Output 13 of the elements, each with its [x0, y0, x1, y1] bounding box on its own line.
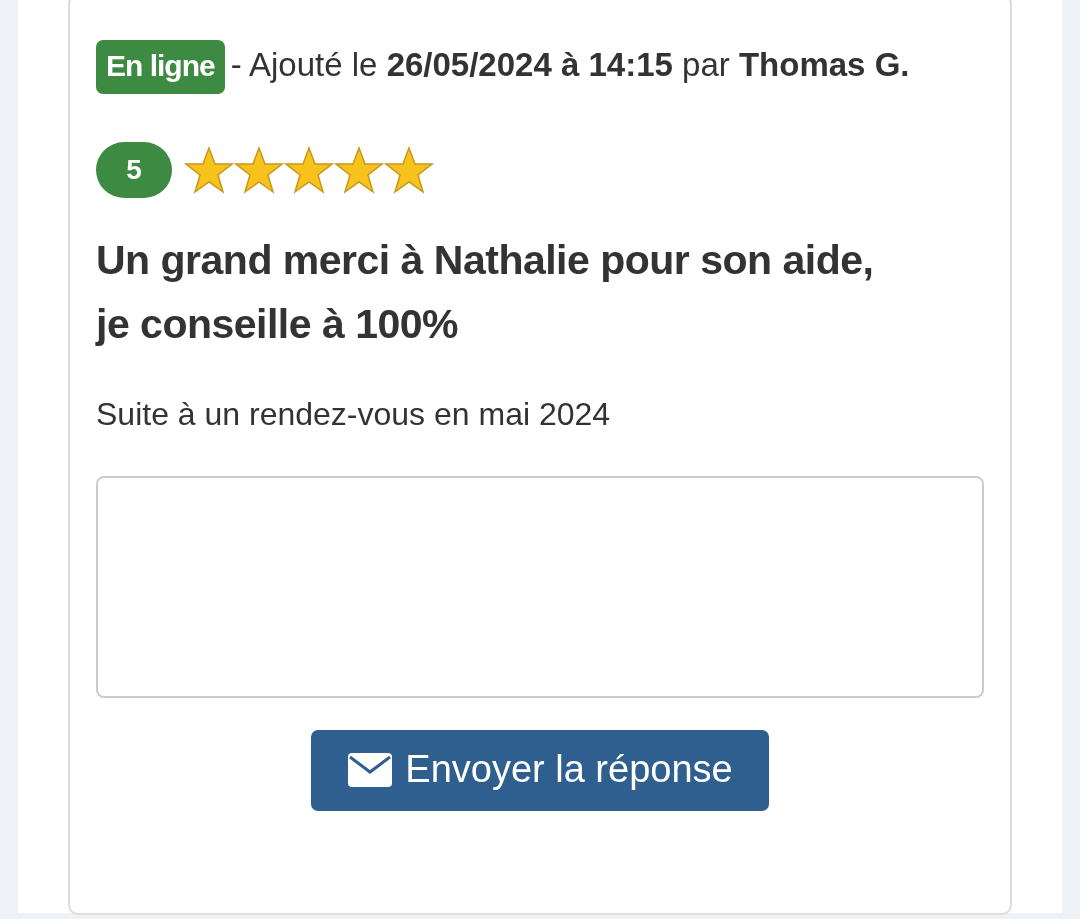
- review-context: Suite à un rendez-vous en mai 2024: [96, 395, 612, 434]
- star-icon: [384, 146, 434, 194]
- review-meta: - Ajouté le 26/05/2024 à 14:15 par Thomas G.: [230, 45, 910, 83]
- review-title: Un grand merci à Nathalie pour son aide, je conseille à 100%: [96, 236, 875, 349]
- envelope-icon: [347, 751, 394, 788]
- star-icon: [334, 146, 384, 194]
- rating-score: 5: [96, 142, 172, 198]
- star-icon: [284, 146, 334, 194]
- star-icon: [184, 146, 234, 194]
- send-button[interactable]: Envoyer la réponse: [311, 730, 769, 811]
- reply-field[interactable]: [96, 476, 984, 698]
- status-badge: En ligne: [96, 40, 225, 94]
- star-icon: [234, 146, 284, 194]
